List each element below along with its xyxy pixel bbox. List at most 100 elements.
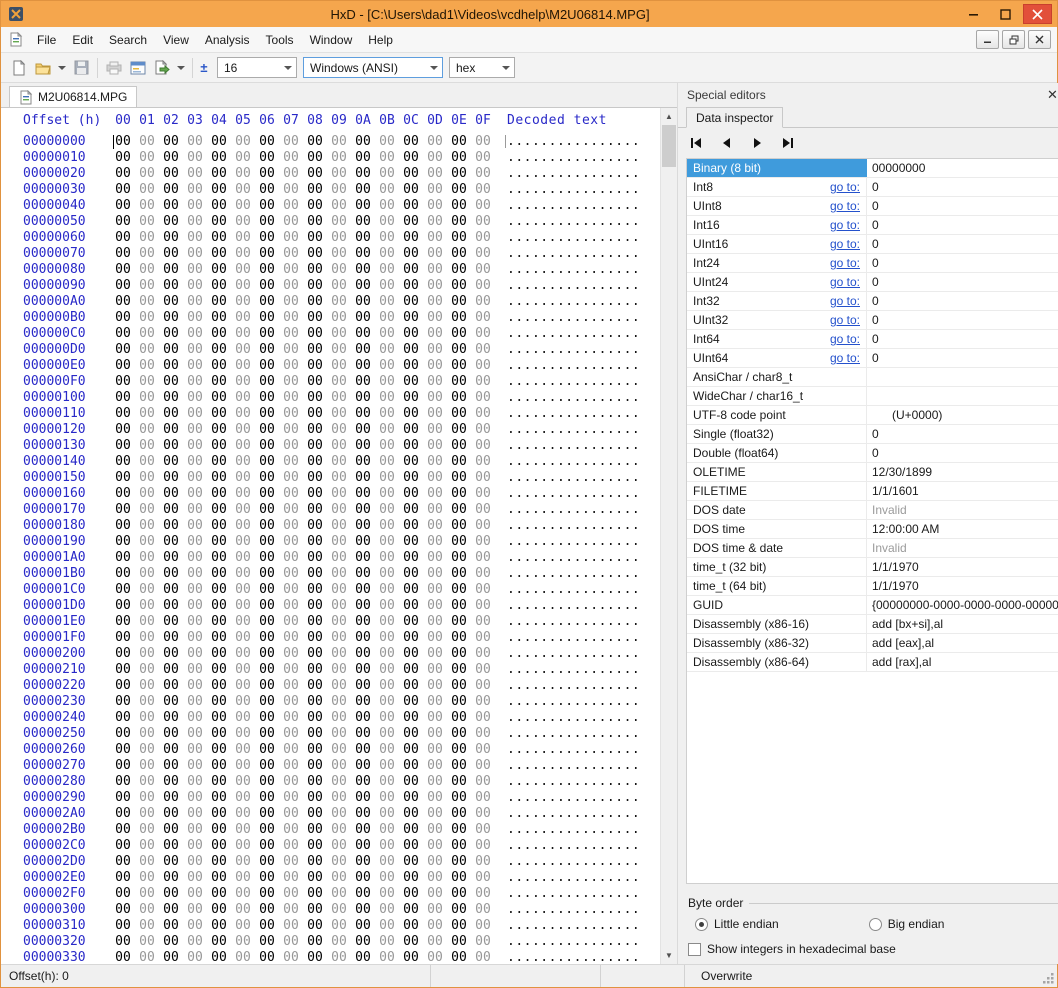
hex-byte-cell[interactable]: 00	[183, 598, 207, 614]
hex-decoded-text[interactable]: ................	[507, 854, 640, 869]
hex-byte-cell[interactable]: 00	[183, 166, 207, 182]
inspector-row-label[interactable]: Int64go to:	[687, 330, 867, 348]
hex-byte-cell[interactable]: 00	[399, 422, 423, 438]
hex-byte-cell[interactable]: 00	[207, 710, 231, 726]
hex-byte-cell[interactable]: 00	[279, 166, 303, 182]
inspector-row-label[interactable]: UTF-8 code point	[687, 406, 867, 424]
hex-byte-cell[interactable]: 00	[279, 662, 303, 678]
hex-byte-cell[interactable]: 00	[423, 566, 447, 582]
hex-byte-cell[interactable]: 00	[327, 470, 351, 486]
hex-decoded-text[interactable]: ................	[507, 710, 640, 725]
hex-decoded-text[interactable]: ................	[507, 934, 640, 949]
hex-byte-cell[interactable]: 00	[447, 230, 471, 246]
hex-byte-cell[interactable]: 00	[375, 262, 399, 278]
hex-byte-cell[interactable]: 00	[423, 742, 447, 758]
hex-byte-cell[interactable]: 00	[231, 838, 255, 854]
hex-byte-cell[interactable]: 00	[447, 246, 471, 262]
hex-byte-cell[interactable]: 00	[111, 214, 135, 230]
hex-byte-cell[interactable]: 00	[447, 694, 471, 710]
hex-byte-cell[interactable]: 00	[135, 534, 159, 550]
hex-byte-cell[interactable]: 00	[255, 582, 279, 598]
hex-byte-cell[interactable]: 00	[423, 390, 447, 406]
hex-byte-cell[interactable]: 00	[423, 822, 447, 838]
hex-byte-cell[interactable]: 00	[231, 614, 255, 630]
hex-byte-cell[interactable]: 00	[207, 374, 231, 390]
bytes-per-row-button[interactable]: ±	[197, 56, 211, 80]
hex-byte-cell[interactable]: 00	[159, 918, 183, 934]
hex-byte-cell[interactable]: 00	[327, 566, 351, 582]
hex-byte-cell[interactable]: 00	[471, 454, 495, 470]
hex-byte-cell[interactable]: 00	[375, 390, 399, 406]
inspector-row[interactable]: Int32go to:0	[687, 292, 1058, 311]
hex-byte-cell[interactable]: 00	[255, 390, 279, 406]
hex-byte-cell[interactable]: 00	[255, 150, 279, 166]
hex-byte-cell[interactable]: 00	[327, 198, 351, 214]
hex-byte-cell[interactable]: 00	[423, 582, 447, 598]
hex-byte-cell[interactable]: 00	[207, 502, 231, 518]
hex-byte-cell[interactable]: 00	[183, 630, 207, 646]
hex-byte-cell[interactable]: 00	[471, 838, 495, 854]
hex-byte-cell[interactable]: 00	[327, 374, 351, 390]
hex-byte-cell[interactable]: 00	[279, 886, 303, 902]
hex-byte-cell[interactable]: 00	[399, 758, 423, 774]
inspector-row-label[interactable]: UInt32go to:	[687, 311, 867, 329]
hex-byte-cell[interactable]: 00	[231, 246, 255, 262]
hex-byte-cell[interactable]: 00	[135, 598, 159, 614]
hex-byte-cell[interactable]: 00	[423, 374, 447, 390]
hex-byte-cell[interactable]: 00	[135, 550, 159, 566]
hex-byte-cell[interactable]: 00	[375, 502, 399, 518]
hex-byte-cell[interactable]: 00	[231, 854, 255, 870]
hex-byte-cell[interactable]: 00	[207, 918, 231, 934]
hex-byte-cell[interactable]: 00	[423, 534, 447, 550]
hex-byte-cell[interactable]: 00	[159, 502, 183, 518]
hex-byte-cell[interactable]: 00	[279, 758, 303, 774]
hex-byte-cell[interactable]: 00	[255, 310, 279, 326]
hex-byte-cell[interactable]: 00	[231, 790, 255, 806]
hex-byte-cell[interactable]: 00	[255, 534, 279, 550]
hex-byte-cell[interactable]: 00	[279, 774, 303, 790]
hex-byte-cell[interactable]: 00	[303, 774, 327, 790]
hex-byte-cell[interactable]: 00	[159, 646, 183, 662]
hex-byte-cell[interactable]: 00	[327, 214, 351, 230]
mdi-minimize-button[interactable]	[976, 30, 999, 49]
hex-byte-cell[interactable]: 00	[399, 582, 423, 598]
hex-byte-cell[interactable]: 00	[375, 726, 399, 742]
previous-byte-button[interactable]	[718, 134, 736, 152]
goto-link[interactable]: go to:	[830, 237, 860, 251]
hex-byte-cell[interactable]: 00	[255, 294, 279, 310]
hex-byte-cell[interactable]: 00	[279, 182, 303, 198]
hex-byte-cell[interactable]: 00	[447, 854, 471, 870]
hex-byte-cell[interactable]: 00	[111, 166, 135, 182]
hex-byte-cell[interactable]: 00	[231, 758, 255, 774]
hex-byte-cell[interactable]: 00	[159, 310, 183, 326]
hex-byte-cell[interactable]: 00	[303, 790, 327, 806]
hex-byte-cell[interactable]: 00	[471, 294, 495, 310]
hex-byte-cell[interactable]: 00	[447, 742, 471, 758]
hex-byte-cell[interactable]: 00	[231, 822, 255, 838]
combo-arrow-icon[interactable]	[426, 58, 442, 77]
hex-byte-cell[interactable]: 00	[135, 870, 159, 886]
hex-byte-cell[interactable]: 00	[375, 870, 399, 886]
hex-byte-cell[interactable]: 00	[183, 230, 207, 246]
hex-byte-cell[interactable]: 00	[207, 150, 231, 166]
hex-byte-cell[interactable]: 00	[135, 630, 159, 646]
hex-byte-cell[interactable]: 00	[327, 246, 351, 262]
encoding-combo[interactable]: Windows (ANSI)	[303, 57, 443, 78]
hex-byte-cell[interactable]: 00	[159, 614, 183, 630]
hex-byte-cell[interactable]: 00	[255, 470, 279, 486]
hex-byte-cell[interactable]: 00	[375, 854, 399, 870]
hex-byte-cell[interactable]: 00	[303, 726, 327, 742]
hex-byte-cell[interactable]: 00	[399, 678, 423, 694]
hex-byte-cell[interactable]: 00	[111, 694, 135, 710]
hex-byte-cell[interactable]: 00	[471, 870, 495, 886]
inspector-row-label[interactable]: Double (float64)	[687, 444, 867, 462]
inspector-row-value[interactable]: 0	[867, 311, 1058, 329]
hex-byte-cell[interactable]: 00	[327, 230, 351, 246]
hex-byte-cell[interactable]: 00	[471, 518, 495, 534]
hex-byte-cell[interactable]: 00	[231, 406, 255, 422]
hex-byte-cell[interactable]: 00	[183, 902, 207, 918]
hex-byte-cell[interactable]: 00	[399, 230, 423, 246]
save-button[interactable]	[69, 56, 93, 80]
hex-byte-cell[interactable]: 00	[423, 662, 447, 678]
hex-byte-cell[interactable]: 00	[471, 742, 495, 758]
